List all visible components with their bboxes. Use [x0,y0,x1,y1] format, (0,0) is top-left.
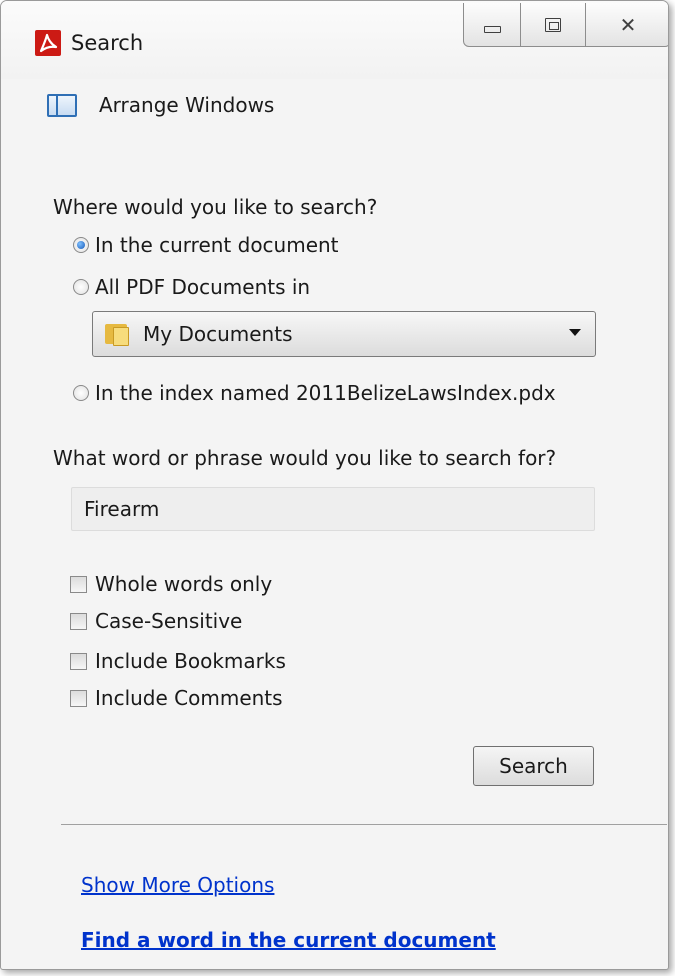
arrange-windows-button[interactable]: Arrange Windows [47,93,274,117]
radio-label: In the index named 2011BelizeLawsIndex.p… [95,381,556,405]
minimize-button[interactable] [463,3,521,47]
checkbox-case-sensitive[interactable]: Case-Sensitive [70,609,242,633]
window-title: Search [71,31,144,55]
checkbox-include-comments[interactable]: Include Comments [70,686,283,710]
window-controls: ✕ [463,3,668,49]
search-button[interactable]: Search [473,746,594,786]
checkbox-label: Include Bookmarks [95,649,286,673]
close-button[interactable]: ✕ [585,3,668,47]
checkbox-whole-words[interactable]: Whole words only [70,572,272,596]
folder-icon [105,322,131,346]
arrange-windows-label: Arrange Windows [99,93,275,117]
location-value: My Documents [143,322,293,346]
checkbox-label: Whole words only [95,572,273,596]
checkbox[interactable] [70,575,87,593]
find-word-link[interactable]: Find a word in the current document [81,928,496,952]
chevron-down-icon[interactable] [569,329,581,336]
checkbox-include-bookmarks[interactable]: Include Bookmarks [70,649,286,673]
checkbox-label: Case-Sensitive [95,609,243,633]
checkbox[interactable] [70,689,87,707]
arrange-windows-icon [47,93,77,117]
search-panel: Arrange Windows Where would you like to … [1,79,668,969]
checkbox[interactable] [70,612,87,630]
acrobat-icon [35,30,61,56]
phrase-label: What word or phrase would you like to se… [53,446,557,470]
maximize-button[interactable] [520,3,586,47]
checkbox[interactable] [70,652,87,670]
where-label: Where would you like to search? [53,195,378,219]
maximize-icon [545,17,561,32]
radio-index[interactable]: In the index named 2011BelizeLawsIndex.p… [73,381,556,405]
minimize-icon [483,26,501,33]
search-window: Search ✕ Arrange Windows Where would you… [0,0,669,970]
radio-label: In the current document [95,233,339,257]
close-icon: ✕ [619,12,637,37]
search-input[interactable] [71,487,595,531]
radio-current-document[interactable]: In the current document [73,233,339,257]
radio-button[interactable] [73,237,89,253]
radio-all-pdf-documents[interactable]: All PDF Documents in [73,275,310,299]
checkbox-label: Include Comments [95,686,283,710]
title-bar[interactable]: Search ✕ [1,1,668,79]
radio-button[interactable] [73,279,89,295]
radio-label: All PDF Documents in [95,275,311,299]
location-dropdown[interactable]: My Documents [92,311,596,357]
radio-button[interactable] [73,385,89,401]
show-more-options-link[interactable]: Show More Options [81,873,274,897]
divider [61,824,667,825]
